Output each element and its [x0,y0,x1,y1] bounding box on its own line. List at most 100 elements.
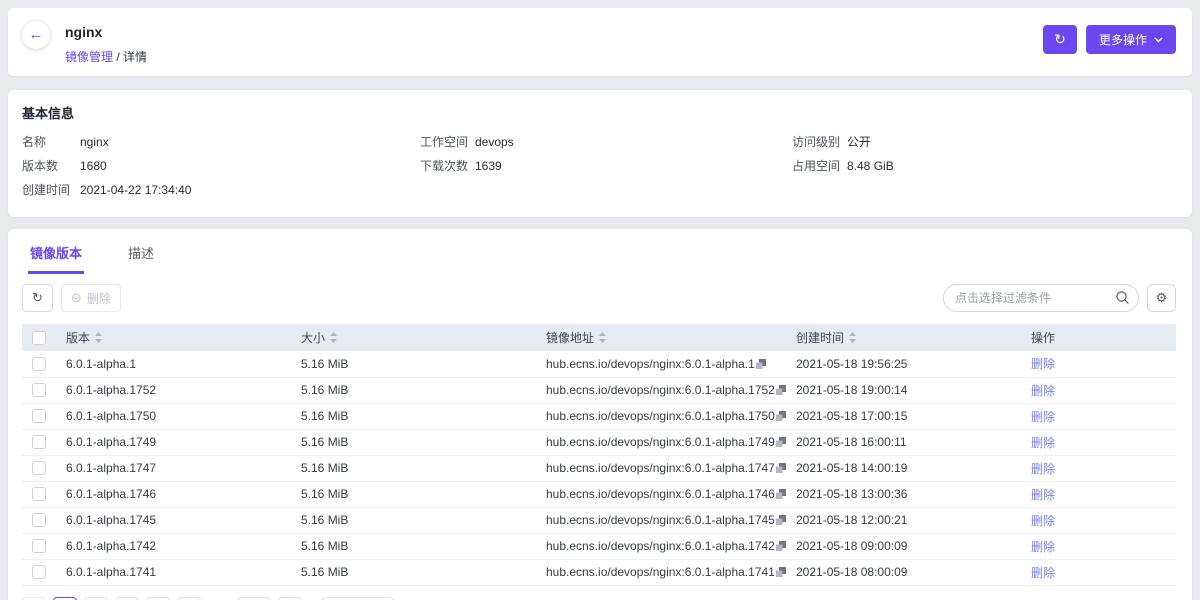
created-cell: 2021-05-18 08:00:09 [796,565,907,579]
copy-icon[interactable] [775,410,787,422]
breadcrumb: 镜像管理 / 详情 [65,48,147,65]
field-label: 创建时间 [22,183,80,197]
delete-link[interactable]: 删除 [1031,462,1055,476]
field-value: 1680 [80,159,107,173]
table-toolbar: ↻ ⊖ 删除 ⚙ [22,284,1176,312]
next-page-button[interactable]: > [278,597,302,600]
copy-icon[interactable] [775,462,787,474]
image-address-cell: hub.ecns.io/devops/nginx:6.0.1-alpha.175… [546,383,775,397]
field-created-time: 创建时间 2021-04-22 17:34:40 [22,183,420,197]
column-header-image-address[interactable]: 镜像地址 [538,324,788,351]
size-cell: 5.16 MiB [301,513,348,527]
minus-circle-icon: ⊖ [71,290,82,306]
tab-image-versions[interactable]: 镜像版本 [28,234,84,274]
row-checkbox[interactable] [32,565,46,579]
search-icon[interactable] [1115,290,1130,310]
more-actions-label: 更多操作 [1099,31,1147,48]
delete-link[interactable]: 删除 [1031,384,1055,398]
delete-link[interactable]: 删除 [1031,540,1055,554]
version-cell: 6.0.1-alpha.1746 [66,487,156,501]
batch-delete-button[interactable]: ⊖ 删除 [61,284,121,312]
page-button-last[interactable]: 168 [237,597,271,600]
delete-link[interactable]: 删除 [1031,514,1055,528]
created-cell: 2021-05-18 12:00:21 [796,513,907,527]
version-cell: 6.0.1-alpha.1741 [66,565,156,579]
table-row: 6.0.1-alpha.1752 5.16 MiB hub.ecns.io/de… [22,377,1176,403]
delete-link[interactable]: 删除 [1031,488,1055,502]
page-header: ← nginx 镜像管理 / 详情 ↻ 更多操作 [8,8,1192,76]
field-storage-used: 占用空间 8.48 GiB [792,159,1176,173]
image-address-cell: hub.ecns.io/devops/nginx:6.0.1-alpha.174… [546,513,775,527]
breadcrumb-link-image-management[interactable]: 镜像管理 [65,50,113,64]
copy-icon[interactable] [775,566,787,578]
breadcrumb-separator: / [116,50,119,64]
image-address-cell: hub.ecns.io/devops/nginx:6.0.1-alpha.174… [546,461,775,475]
table-refresh-button[interactable]: ↻ [22,284,53,312]
row-checkbox[interactable] [32,461,46,475]
page-size-select[interactable]: 10 条/页 [317,597,399,600]
select-all-checkbox[interactable] [32,331,46,345]
field-label: 工作空间 [420,135,474,149]
copy-icon[interactable] [775,488,787,500]
copy-icon[interactable] [775,384,787,396]
sort-icon [599,332,606,346]
back-button[interactable]: ← [22,21,50,49]
delete-link[interactable]: 删除 [1031,436,1055,450]
table-row: 6.0.1-alpha.1746 5.16 MiB hub.ecns.io/de… [22,481,1176,507]
page-title: nginx [65,23,147,41]
page-button-4[interactable]: 4 [146,597,170,600]
gear-icon: ⚙ [1156,290,1168,306]
copy-icon[interactable] [775,514,787,526]
table-row: 6.0.1-alpha.1747 5.16 MiB hub.ecns.io/de… [22,455,1176,481]
field-value: 1639 [475,159,502,173]
row-checkbox[interactable] [32,487,46,501]
created-cell: 2021-05-18 19:56:25 [796,357,907,371]
page-button-1[interactable]: 1 [53,597,77,600]
created-cell: 2021-05-18 13:00:36 [796,487,907,501]
column-settings-button[interactable]: ⚙ [1147,284,1176,312]
copy-icon[interactable] [755,358,767,370]
delete-link[interactable]: 删除 [1031,566,1055,580]
row-checkbox[interactable] [32,539,46,553]
field-download-count: 下载次数 1639 [420,159,792,173]
version-cell: 6.0.1-alpha.1742 [66,539,156,553]
size-cell: 5.16 MiB [301,539,348,553]
delete-link[interactable]: 删除 [1031,357,1055,371]
field-value: 公开 [847,135,871,149]
row-checkbox[interactable] [32,435,46,449]
field-value: nginx [80,135,109,149]
created-cell: 2021-05-18 14:00:19 [796,461,907,475]
image-address-cell: hub.ecns.io/devops/nginx:6.0.1-alpha.1 [546,357,755,371]
row-checkbox[interactable] [32,409,46,423]
column-header-version[interactable]: 版本 [58,324,293,351]
copy-icon[interactable] [775,540,787,552]
refresh-icon: ↻ [32,290,43,306]
size-cell: 5.16 MiB [301,461,348,475]
refresh-button[interactable]: ↻ [1043,25,1077,54]
page-button-5[interactable]: 5 [177,597,201,600]
row-checkbox[interactable] [32,513,46,527]
column-header-created-time[interactable]: 创建时间 [788,324,1023,351]
copy-icon[interactable] [775,436,787,448]
table-row: 6.0.1-alpha.1749 5.16 MiB hub.ecns.io/de… [22,429,1176,455]
field-name: 名称 nginx [22,135,420,149]
image-address-cell: hub.ecns.io/devops/nginx:6.0.1-alpha.174… [546,565,775,579]
prev-page-button[interactable]: < [22,597,46,600]
sort-icon [95,332,102,346]
tab-bar: 镜像版本 描述 [22,234,1176,274]
column-header-size[interactable]: 大小 [293,324,538,351]
image-versions-panel: 镜像版本 描述 ↻ ⊖ 删除 ⚙ [8,229,1192,600]
sort-icon [330,332,337,346]
row-checkbox[interactable] [32,383,46,397]
row-checkbox[interactable] [32,357,46,371]
version-cell: 6.0.1-alpha.1 [66,357,136,371]
tab-description[interactable]: 描述 [126,234,156,274]
filter-search-input[interactable] [943,284,1139,312]
version-cell: 6.0.1-alpha.1745 [66,513,156,527]
page-button-3[interactable]: 3 [115,597,139,600]
image-versions-table: 版本 大小 镜像地址 创建时间 操作 6.0.1-alpha.1 5.16 Mi… [22,324,1176,586]
delete-link[interactable]: 删除 [1031,410,1055,424]
field-access-level: 访问级别 公开 [792,135,1176,149]
more-actions-button[interactable]: 更多操作 [1086,25,1176,54]
page-button-2[interactable]: 2 [84,597,108,600]
